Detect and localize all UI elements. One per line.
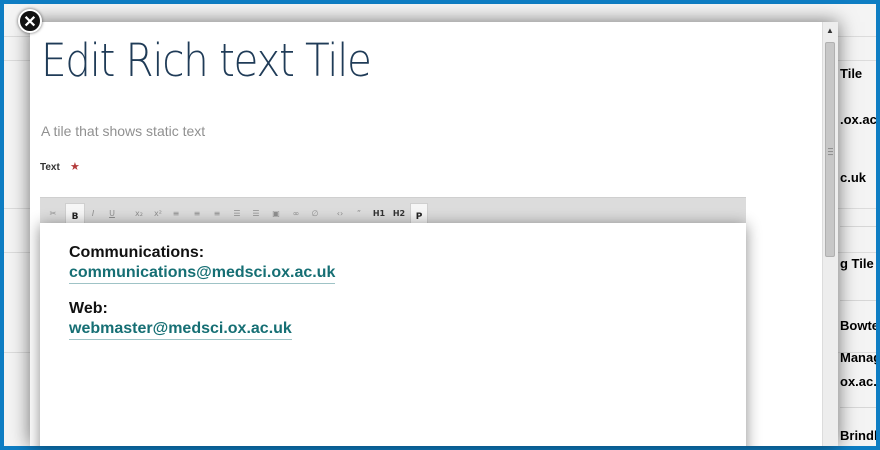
text-field-label: Text	[40, 162, 60, 173]
scroll-up-icon[interactable]: ▲	[826, 26, 834, 35]
bg-right-item: Brindle	[840, 428, 876, 443]
bg-right-item: g Tile	[840, 256, 874, 271]
grip-icon: ─ ─ ─	[828, 146, 833, 159]
cut-button[interactable]: ✂	[48, 207, 58, 221]
modal-title: Edit Rich text Tile	[41, 34, 372, 87]
align-left-button[interactable]: ≡	[171, 207, 181, 221]
email-link[interactable]: communications@medsci.ox.ac.uk	[69, 264, 336, 284]
edit-tile-modal: Edit Rich text Tile A tile that shows st…	[30, 22, 838, 446]
bg-right-divider	[840, 226, 876, 227]
required-star-icon: ★	[70, 161, 80, 173]
email-link[interactable]: webmaster@medsci.ox.ac.uk	[69, 320, 292, 340]
heading2-button[interactable]: H2	[392, 207, 406, 221]
bg-right-item: Bowtel	[840, 318, 876, 333]
underline-button[interactable]: U	[107, 207, 117, 221]
scrollbar-thumb[interactable]: ─ ─ ─	[825, 42, 835, 257]
align-right-button[interactable]: ≡	[212, 207, 222, 221]
editor-heading: Communications:	[69, 244, 205, 261]
modal-description: A tile that shows static text	[41, 123, 206, 139]
background-right-column: Tile .ox.ac c.uk g Tile Bowtel Manage ox…	[840, 4, 876, 446]
italic-button[interactable]: I	[88, 207, 98, 221]
bg-right-item[interactable]: ox.ac.uk	[840, 374, 876, 389]
rich-text-toolbar: ✂ B I U x₂ x² ≡ ≡ ≡ ☰ ☰ ▣ ∞ ∅ ‹› ” H1 H2…	[40, 197, 746, 226]
subscript-button[interactable]: x₂	[133, 207, 145, 221]
align-center-button[interactable]: ≡	[192, 207, 202, 221]
heading1-button[interactable]: H1	[372, 207, 386, 221]
rich-text-editor[interactable]: Communications: communications@medsci.ox…	[40, 223, 746, 446]
unlink-button[interactable]: ∅	[310, 207, 320, 221]
editor-heading: Web:	[69, 300, 108, 317]
bg-right-divider	[840, 300, 876, 301]
bg-right-item[interactable]: c.uk	[840, 170, 866, 185]
code-button[interactable]: ‹›	[334, 207, 346, 221]
bg-right-divider	[840, 407, 876, 408]
superscript-button[interactable]: x²	[152, 207, 164, 221]
numbered-list-button[interactable]: ☰	[251, 207, 261, 221]
bg-right-item[interactable]: .ox.ac	[840, 112, 876, 127]
bg-right-item: Tile	[840, 66, 863, 81]
bg-right-item: Manage	[840, 350, 876, 365]
bullet-list-button[interactable]: ☰	[232, 207, 242, 221]
close-icon[interactable]: ✕	[18, 9, 42, 33]
link-button[interactable]: ∞	[291, 207, 301, 221]
image-button[interactable]: ▣	[271, 207, 281, 221]
modal-scrollbar[interactable]: ▲ ─ ─ ─	[822, 22, 838, 446]
blockquote-button[interactable]: ”	[354, 207, 364, 221]
